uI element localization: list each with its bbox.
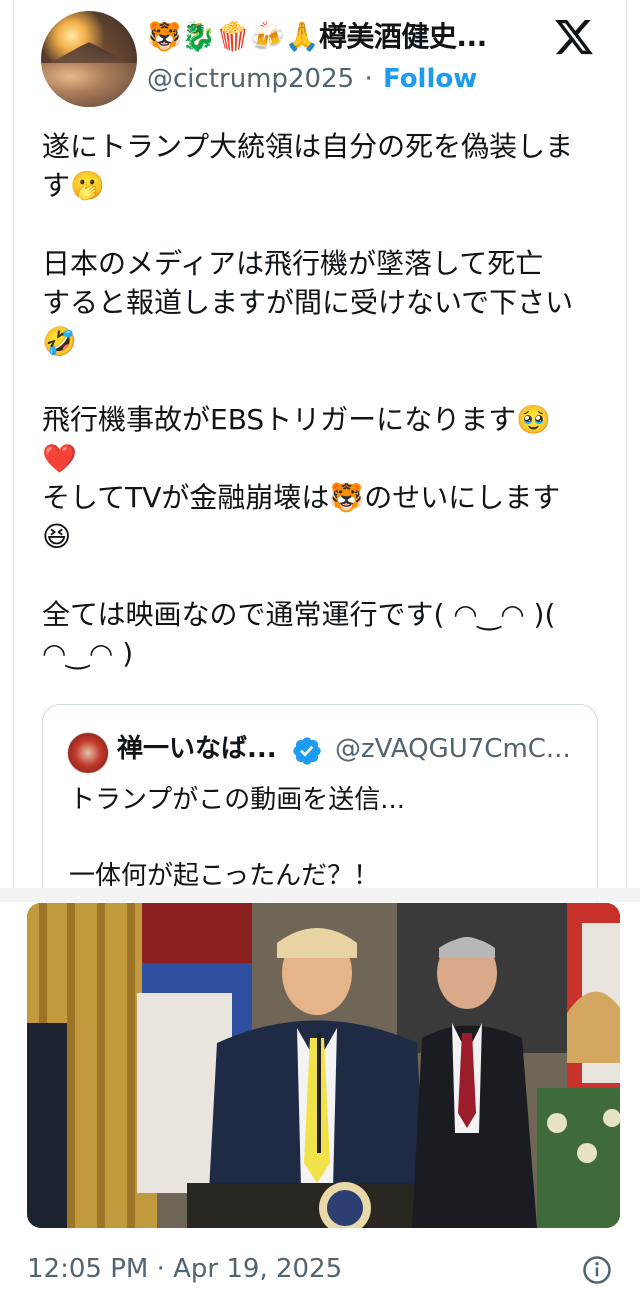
red-avatar-icon xyxy=(67,732,109,774)
follow-button[interactable]: Follow xyxy=(383,64,477,94)
separator: · xyxy=(364,64,373,94)
verified-badge-icon xyxy=(293,737,321,765)
post-time: 12:05 PM xyxy=(27,1254,149,1284)
quote-display-name: 禅一いなば... xyxy=(117,734,277,764)
info-icon[interactable] xyxy=(582,1255,612,1285)
timestamp[interactable]: 12:05 PM · Apr 19, 2025 xyxy=(27,1250,342,1288)
video-scene xyxy=(27,903,620,1228)
separator: · xyxy=(156,1254,165,1284)
avatar-clouds xyxy=(41,63,137,107)
avatar-mountain xyxy=(47,42,131,65)
quote-text: トランプがこの動画を送信... 一体何が起こったんだ？！ xyxy=(69,785,406,891)
tweet-text: 遂にトランプ大統領は自分の死を偽装しま す🫢 日本のメディアは飛行機が墜落して死… xyxy=(42,130,574,670)
profile-avatar[interactable] xyxy=(41,11,137,107)
quote-handle: @zVAQGU7CmC... xyxy=(335,734,571,764)
section-divider xyxy=(0,888,640,902)
user-handle[interactable]: @cictrump2025 xyxy=(147,64,354,94)
handle-line: @cictrump2025 · Follow xyxy=(147,60,477,98)
x-logo-icon[interactable] xyxy=(552,16,596,58)
display-name[interactable]: 🐯🐉🍿🍻🙏樽美酒健史... xyxy=(147,17,487,57)
post-date: Apr 19, 2025 xyxy=(173,1254,343,1284)
video-thumbnail[interactable] xyxy=(27,903,620,1228)
